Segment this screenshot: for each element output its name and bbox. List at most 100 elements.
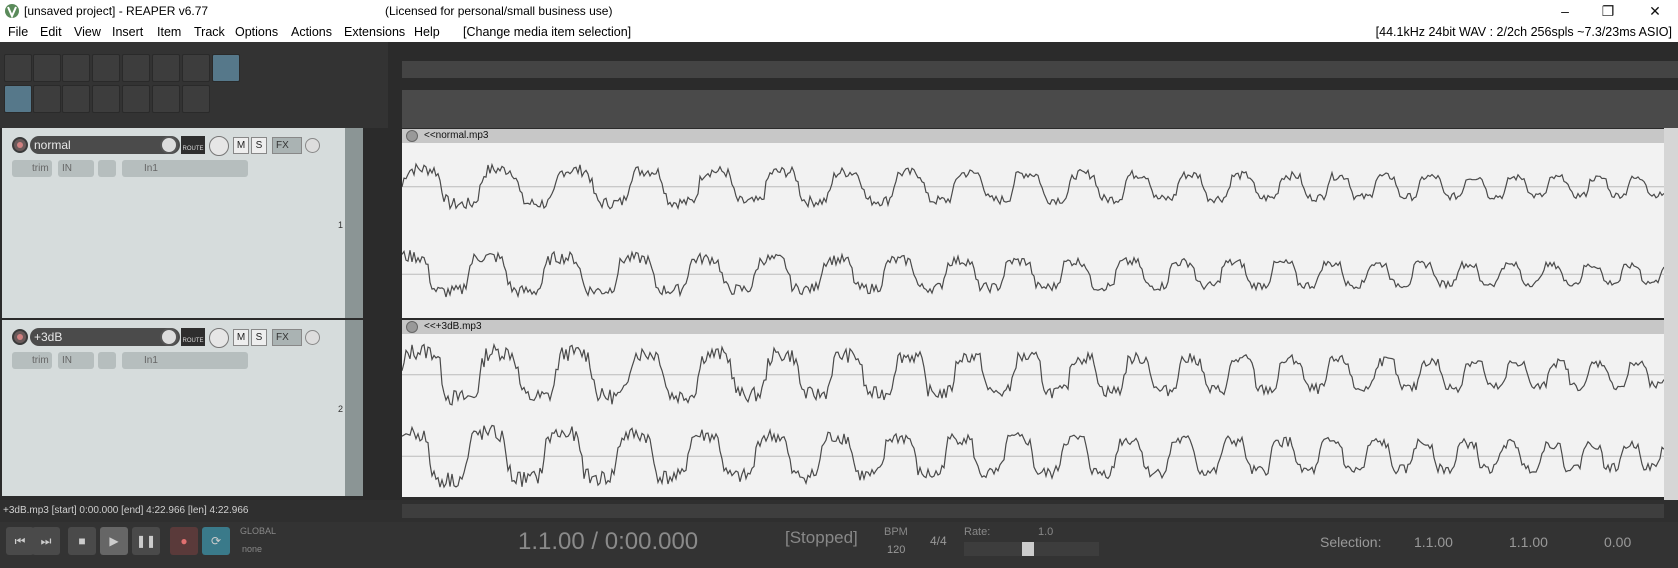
track-vu-meter [345,320,363,496]
track-1[interactable]: normal ROUTE M S FX trim IN In1 1 [2,128,363,320]
main-toolbar [0,42,388,128]
restore-icon[interactable]: ❐ [1598,2,1618,20]
media-item-2[interactable]: <<+3dB.mp3 [402,320,1664,497]
menu-actions[interactable]: Actions [291,25,332,39]
fx-button[interactable]: FX [272,329,302,346]
close-icon[interactable]: ✕ [1645,2,1665,20]
input-select[interactable]: In1 [122,352,248,369]
phase-icon[interactable] [305,330,320,345]
record-icon[interactable]: ● [170,527,198,555]
rate-label: Rate: [964,526,991,538]
grid-icon[interactable] [92,85,120,113]
position-display[interactable]: 1.1.00 / 0:00.000 [518,528,698,556]
global-automation-select[interactable]: none [242,544,262,554]
waveform [402,162,1664,299]
new-project-icon[interactable] [4,54,32,82]
timeline-ruler[interactable] [402,61,1678,78]
input-monitor-button[interactable]: IN [58,352,94,369]
record-mode-icon[interactable] [98,160,116,177]
audio-device-status[interactable]: [44.1kHz 24bit WAV : 2/2ch 256spls ~7.3/… [1376,25,1672,39]
pause-icon[interactable]: ❚❚ [132,527,160,555]
track-list-icon[interactable] [182,85,210,113]
mute-button[interactable]: M [233,329,249,346]
solo-button[interactable]: S [251,137,267,154]
solo-button[interactable]: S [251,329,267,346]
menu-track[interactable]: Track [194,25,225,39]
snap-icon[interactable] [122,85,150,113]
item-name: <<normal.mp3 [424,130,489,141]
selection-end[interactable]: 1.1.00 [1509,534,1548,550]
input-select[interactable]: In1 [122,160,248,177]
horizontal-scrollbar[interactable] [402,504,1664,518]
minimize-icon[interactable]: – [1555,2,1575,20]
redo-icon[interactable] [152,54,180,82]
go-to-end-icon[interactable]: ⏭ [32,527,60,555]
track-vu-meter [345,128,363,318]
item-fx-icon[interactable] [406,130,418,142]
time-signature[interactable]: 4/4 [930,534,947,548]
license-text: (Licensed for personal/small business us… [385,4,613,18]
save-project-icon[interactable] [62,54,90,82]
input-monitor-button[interactable]: IN [58,160,94,177]
pan-knob[interactable] [209,136,229,156]
menu-insert[interactable]: Insert [112,25,143,39]
track-name[interactable]: +3dB [30,328,180,346]
trim-button[interactable]: trim [12,352,52,369]
reaper-logo-icon [5,4,19,19]
vertical-scrollbar[interactable] [1664,128,1678,500]
mute-button[interactable]: M [233,137,249,154]
envelope-points-icon[interactable] [62,85,90,113]
menu-view[interactable]: View [74,25,101,39]
rate-slider[interactable] [964,542,1099,556]
waveform [402,342,1664,489]
route-button[interactable]: ROUTE [181,328,205,346]
track-2[interactable]: +3dB ROUTE M S FX trim IN In1 2 [2,320,363,498]
bpm-value[interactable]: 120 [887,544,905,556]
menu-help[interactable]: Help [414,25,440,39]
menu-file[interactable]: File [8,25,28,39]
pan-knob[interactable] [209,328,229,348]
item-header[interactable]: <<+3dB.mp3 [402,320,1664,334]
record-arm-button[interactable] [12,137,28,153]
project-settings-icon[interactable] [92,54,120,82]
menu-edit[interactable]: Edit [40,25,62,39]
undo-icon[interactable] [122,54,150,82]
item-name: <<+3dB.mp3 [424,321,482,332]
menu-item[interactable]: Item [157,25,181,39]
repeat-icon[interactable]: ⟳ [202,527,230,555]
play-icon[interactable]: ▶ [100,527,128,555]
global-label: GLOBAL [240,526,277,536]
ripple-edit-icon[interactable] [4,85,32,113]
rate-slider-thumb[interactable] [1022,542,1034,556]
volume-knob[interactable] [160,136,178,154]
stop-icon[interactable]: ■ [68,527,96,555]
menu-extensions[interactable]: Extensions [344,25,405,39]
auto-crossfade-icon[interactable] [212,54,240,82]
record-arm-button[interactable] [12,329,28,345]
menu-options[interactable]: Options [235,25,278,39]
ruler-region[interactable] [402,90,1678,128]
item-grouping-icon[interactable] [33,85,61,113]
item-info-text: +3dB.mp3 [start] 0:00.000 [end] 4:22.966… [3,505,249,516]
fx-button[interactable]: FX [272,137,302,154]
phase-icon[interactable] [305,138,320,153]
trim-button[interactable]: trim [12,160,52,177]
selection-length[interactable]: 0.00 [1604,534,1631,550]
record-mode-icon[interactable] [98,352,116,369]
item-fx-icon[interactable] [406,321,418,333]
metronome-icon[interactable] [182,54,210,82]
selection-start[interactable]: 1.1.00 [1414,534,1453,550]
route-button[interactable]: ROUTE [181,136,205,154]
lock-icon[interactable] [152,85,180,113]
rate-value: 1.0 [1038,526,1054,538]
item-header[interactable]: <<normal.mp3 [402,129,1664,143]
selection-label: Selection: [1320,534,1382,550]
track-number: 2 [337,404,343,414]
volume-knob[interactable] [160,328,178,346]
track-name[interactable]: normal [30,136,180,154]
open-project-icon[interactable] [33,54,61,82]
go-to-start-icon[interactable]: ⏮ [6,527,34,555]
window-title: [unsaved project] - REAPER v6.77 [24,4,209,18]
media-item-1[interactable]: <<normal.mp3 [402,129,1664,318]
menu-bar: File Edit View Insert Item Track Options… [0,22,1678,42]
